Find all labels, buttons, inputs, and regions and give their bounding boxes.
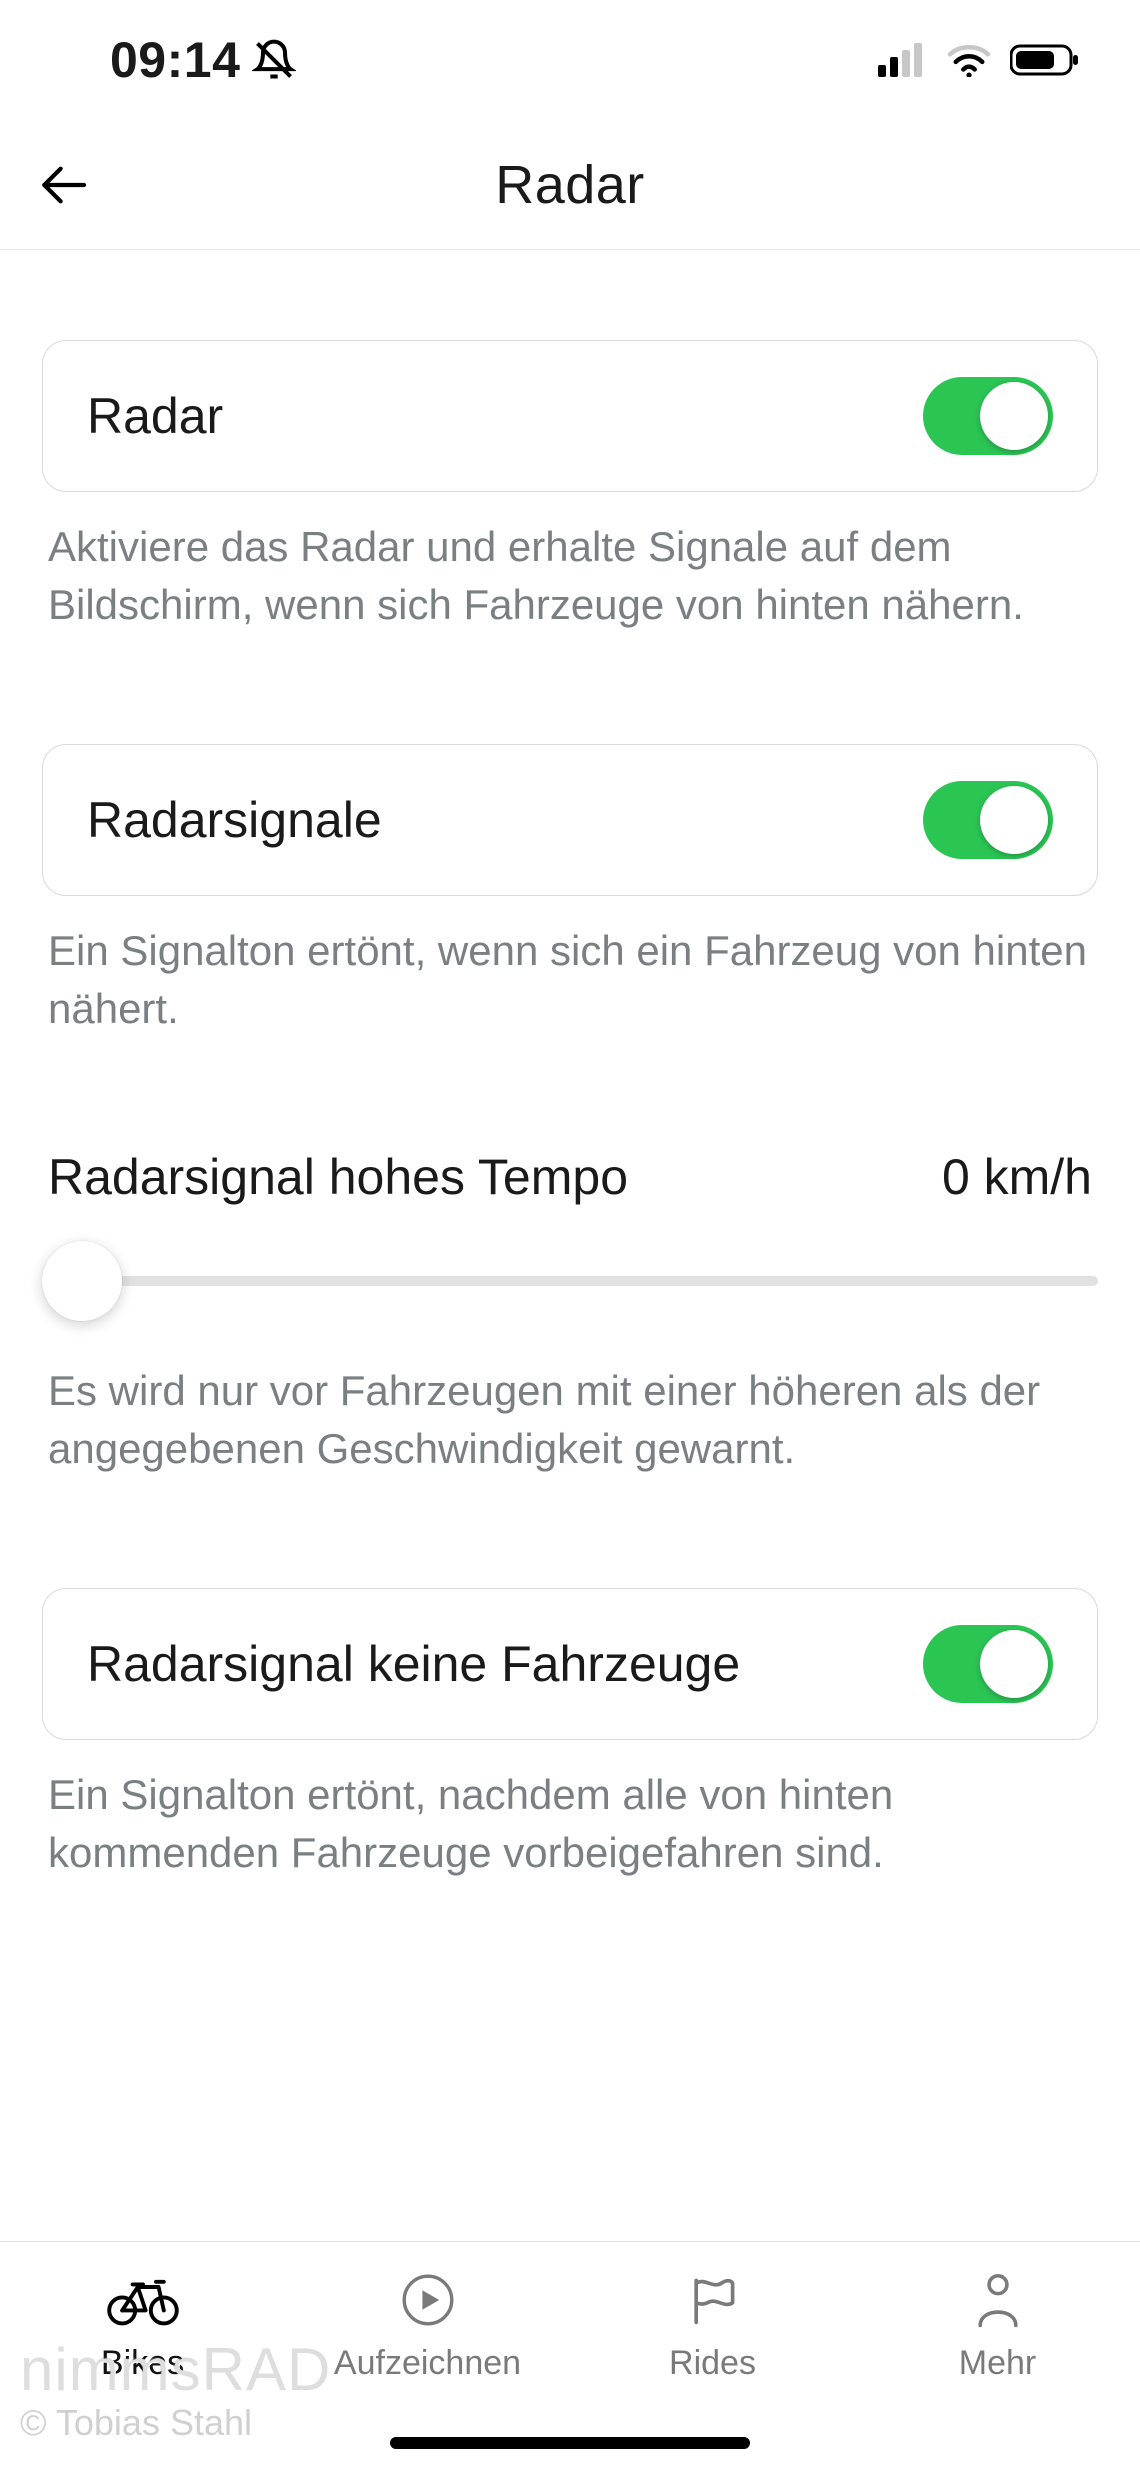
radar-label: Radar [87,387,223,445]
arrow-left-icon [35,157,91,213]
radarsignale-toggle[interactable] [923,781,1053,859]
no-vehicles-desc: Ein Signalton ertönt, nachdem alle von h… [42,1766,1098,1882]
slider-track [52,1276,1098,1286]
record-icon [400,2270,456,2330]
status-right [878,43,1080,77]
back-button[interactable] [28,150,98,220]
radarsignale-row: Radarsignale [42,744,1098,896]
slider-thumb[interactable] [42,1241,122,1321]
toggle-knob [980,382,1048,450]
cellular-signal-icon [878,43,928,77]
tab-bikes[interactable]: Bikes [0,2270,285,2383]
tab-rides-label: Rides [669,2344,756,2383]
battery-icon [1010,43,1080,77]
tab-record-label: Aufzeichnen [334,2344,521,2383]
no-vehicles-label: Radarsignal keine Fahrzeuge [87,1635,740,1693]
toggle-knob [980,1630,1048,1698]
toggle-knob [980,786,1048,854]
radarsignale-label: Radarsignale [87,791,382,849]
tab-rides[interactable]: Rides [570,2270,855,2383]
status-bar: 09:14 [0,0,1140,120]
tab-more[interactable]: Mehr [855,2270,1140,2383]
no-vehicles-toggle[interactable] [923,1625,1053,1703]
bell-slash-icon [252,38,296,82]
no-vehicles-row: Radarsignal keine Fahrzeuge [42,1588,1098,1740]
person-icon [972,2270,1024,2330]
tab-record[interactable]: Aufzeichnen [285,2270,570,2383]
content: Radar Aktiviere das Radar und erhalte Si… [0,250,1140,1882]
radar-desc: Aktiviere das Radar und erhalte Signale … [42,518,1098,634]
nav-header: Radar [0,120,1140,250]
status-time: 09:14 [110,31,240,89]
radarsignale-desc: Ein Signalton ertönt, wenn sich ein Fahr… [42,922,1098,1038]
radar-toggle[interactable] [923,377,1053,455]
tab-more-label: Mehr [959,2344,1036,2383]
high-speed-section: Radarsignal hohes Tempo 0 km/h Es wird n… [42,1148,1098,1478]
tab-bikes-label: Bikes [101,2344,184,2383]
flag-icon [685,2270,741,2330]
bike-icon [104,2270,182,2330]
status-left: 09:14 [110,31,296,89]
high-speed-slider[interactable] [42,1226,1098,1336]
page-title: Radar [0,154,1140,216]
high-speed-value: 0 km/h [942,1148,1092,1206]
radar-row: Radar [42,340,1098,492]
high-speed-desc: Es wird nur vor Fahrzeugen mit einer höh… [42,1362,1098,1478]
wifi-icon [946,43,992,77]
high-speed-label: Radarsignal hohes Tempo [48,1148,628,1206]
home-indicator[interactable] [390,2437,750,2449]
